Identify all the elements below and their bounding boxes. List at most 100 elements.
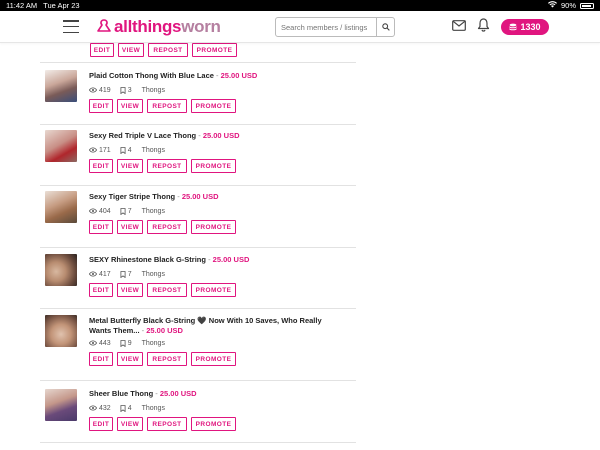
eye-icon: [89, 405, 97, 411]
listing-price: 25.00 USD: [146, 326, 183, 335]
repost-button[interactable]: REPOST: [148, 43, 188, 57]
top-button-row: EDIT VIEW REPOST PROMOTE: [40, 43, 356, 63]
edit-button[interactable]: EDIT: [89, 99, 113, 113]
view-button[interactable]: VIEW: [117, 159, 143, 173]
view-count: 417: [99, 270, 111, 278]
repost-button[interactable]: REPOST: [147, 220, 187, 234]
listing-category: Thongs: [141, 86, 165, 94]
listing-item: Metal Butterfly Black G-String 🖤 Now Wit…: [40, 309, 356, 381]
bookmark-icon: [120, 207, 126, 215]
listing-thumbnail[interactable]: [45, 315, 77, 347]
mail-icon[interactable]: [452, 20, 466, 31]
repost-button[interactable]: REPOST: [147, 417, 187, 431]
listing-price: 25.00 USD: [212, 255, 250, 264]
coins-icon: [509, 23, 518, 31]
eye-icon: [89, 208, 97, 214]
promote-button[interactable]: PROMOTE: [191, 159, 236, 173]
eye-icon: [89, 87, 97, 93]
battery-icon: [580, 2, 594, 9]
promote-button[interactable]: PROMOTE: [191, 283, 236, 297]
promote-button[interactable]: PROMOTE: [191, 99, 236, 113]
save-count: 7: [127, 207, 132, 215]
view-button[interactable]: VIEW: [118, 43, 144, 57]
view-count: 419: [99, 86, 111, 94]
view-count: 171: [99, 146, 111, 154]
listing-category: Thongs: [141, 146, 165, 154]
promote-button[interactable]: PROMOTE: [191, 220, 236, 234]
search-box: [275, 17, 395, 37]
site-logo[interactable]: allthingsworn: [96, 17, 221, 37]
listing-title-line[interactable]: SEXY Rhinestone Black G-String - 25.00 U…: [89, 255, 356, 265]
save-count: 7: [127, 270, 132, 278]
edit-button[interactable]: EDIT: [89, 283, 113, 297]
menu-icon[interactable]: [63, 20, 79, 33]
listing-title-line[interactable]: Plaid Cotton Thong With Blue Lace - 25.0…: [89, 71, 356, 81]
eye-icon: [89, 271, 97, 277]
listing-item: Sexy Tiger Stripe Thong - 25.00 USD 404 …: [40, 186, 356, 248]
listing-thumbnail[interactable]: [45, 254, 77, 286]
listing-thumbnail[interactable]: [45, 191, 77, 223]
eye-icon: [89, 340, 97, 346]
listing-meta: 432 4 Thongs: [89, 404, 356, 412]
listing-item: SEXY Rhinestone Black G-String - 25.00 U…: [40, 248, 356, 309]
promote-button[interactable]: PROMOTE: [192, 43, 237, 57]
repost-button[interactable]: REPOST: [147, 99, 187, 113]
repost-button[interactable]: REPOST: [147, 159, 187, 173]
listing-thumbnail[interactable]: [45, 70, 77, 102]
view-button[interactable]: VIEW: [117, 99, 143, 113]
listing-price: 25.00 USD: [159, 389, 197, 398]
listing-actions: EDIT VIEW REPOST PROMOTE: [89, 352, 356, 366]
save-count: 4: [127, 146, 132, 154]
listing-actions: EDIT VIEW REPOST PROMOTE: [89, 417, 356, 431]
bell-icon[interactable]: [477, 18, 490, 32]
view-button[interactable]: VIEW: [117, 417, 143, 431]
view-button[interactable]: VIEW: [117, 220, 143, 234]
save-count: 9: [127, 339, 132, 347]
view-count: 443: [99, 339, 111, 347]
listing-title-line[interactable]: Metal Butterfly Black G-String 🖤 Now Wit…: [89, 316, 344, 336]
view-button[interactable]: VIEW: [117, 283, 143, 297]
repost-button[interactable]: REPOST: [147, 283, 187, 297]
listing-price: 25.00 USD: [202, 131, 240, 140]
save-count: 3: [127, 86, 132, 94]
logo-text: allthingsworn: [114, 17, 221, 36]
listing-title-line[interactable]: Sexy Red Triple V Lace Thong - 25.00 USD: [89, 131, 356, 141]
listing-category: Thongs: [141, 404, 165, 412]
coins-button[interactable]: 1330: [501, 19, 549, 35]
edit-button[interactable]: EDIT: [89, 352, 113, 366]
save-count: 4: [127, 404, 132, 412]
eye-icon: [89, 147, 97, 153]
top-header: allthingsworn 1330: [0, 11, 600, 43]
promote-button[interactable]: PROMOTE: [191, 352, 236, 366]
listing-item: Sexy Red Triple V Lace Thong - 25.00 USD…: [40, 125, 356, 186]
status-bar: 11:42 AM Tue Apr 23 90%: [0, 0, 600, 11]
listing-category: Thongs: [141, 339, 165, 347]
battery-percent: 90%: [560, 1, 576, 10]
status-date: Tue Apr 23: [43, 1, 80, 10]
status-time: 11:42 AM: [6, 1, 38, 10]
repost-button[interactable]: REPOST: [147, 352, 187, 366]
listing-thumbnail[interactable]: [45, 389, 77, 421]
search-input[interactable]: [276, 18, 376, 36]
listing-title-line[interactable]: Sheer Blue Thong - 25.00 USD: [89, 389, 356, 399]
bookmark-icon: [120, 339, 126, 347]
listing-meta: 417 7 Thongs: [89, 270, 356, 278]
promote-button[interactable]: PROMOTE: [191, 417, 236, 431]
listing-title-line[interactable]: Sexy Tiger Stripe Thong - 25.00 USD: [89, 192, 356, 202]
edit-button[interactable]: EDIT: [89, 417, 113, 431]
search-button[interactable]: [376, 18, 394, 36]
view-button[interactable]: VIEW: [117, 352, 143, 366]
edit-button[interactable]: EDIT: [89, 159, 113, 173]
edit-button[interactable]: EDIT: [89, 220, 113, 234]
listing-price: 25.00 USD: [220, 71, 258, 80]
listing-meta: 404 7 Thongs: [89, 207, 356, 215]
view-count: 432: [99, 404, 111, 412]
listing-meta: 443 9 Thongs: [89, 339, 356, 347]
edit-button[interactable]: EDIT: [90, 43, 114, 57]
listing-meta: 419 3 Thongs: [89, 86, 356, 94]
listing-thumbnail[interactable]: [45, 130, 77, 162]
search-icon: [381, 23, 390, 31]
bookmark-icon: [120, 404, 126, 412]
listing-actions: EDIT VIEW REPOST PROMOTE: [89, 99, 356, 113]
coins-count: 1330: [520, 22, 541, 32]
